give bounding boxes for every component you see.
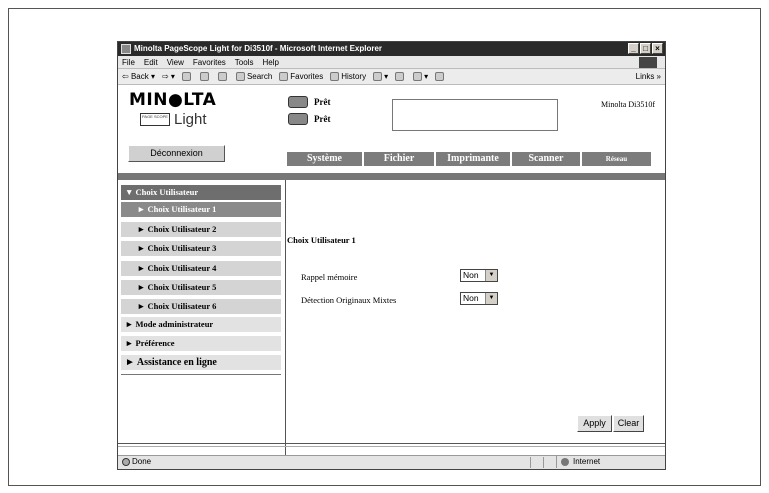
printer-status-2: Prêt: [288, 113, 330, 125]
sidebar: ▼ Choix Utilisateur ► Choix Utilisateur …: [118, 180, 286, 455]
favorites-button[interactable]: Favorites: [279, 72, 323, 81]
tab-fichier[interactable]: Fichier: [364, 152, 434, 166]
home-icon: [217, 72, 227, 81]
sidebar-item-choix-4[interactable]: ► Choix Utilisateur 4: [121, 261, 281, 276]
tab-imprimante[interactable]: Imprimante: [436, 152, 510, 166]
refresh-button[interactable]: [199, 72, 211, 81]
internet-globe-icon: [561, 458, 569, 466]
browser-window: Minolta PageScope Light for Di3510f - Mi…: [117, 41, 666, 470]
page-title: Choix Utilisateur 1: [287, 235, 356, 245]
sidebar-item-assistance[interactable]: ► Assistance en ligne: [121, 355, 281, 370]
device-model: Minolta Di3510f: [601, 100, 655, 109]
printer-icon: [288, 96, 308, 108]
scanner-icon: [288, 113, 308, 125]
sidebar-item-choix-6[interactable]: ► Choix Utilisateur 6: [121, 299, 281, 314]
minimize-button[interactable]: _: [628, 43, 639, 54]
label-rappel-memoire: Rappel mémoire: [301, 272, 358, 282]
home-button[interactable]: [217, 72, 229, 81]
sidebar-item-preference[interactable]: ► Préférence: [121, 336, 281, 351]
menu-favorites[interactable]: Favorites: [193, 58, 226, 67]
pagescope-mark: PAGE SCOPE: [140, 113, 170, 126]
maximize-button[interactable]: □: [640, 43, 651, 54]
main-tabs: Système Fichier Imprimante Scanner Résea…: [287, 152, 651, 166]
pagescope-light-text: Light: [174, 111, 207, 128]
sidebar-divider: [121, 374, 281, 375]
chevron-down-icon: ▼: [485, 270, 497, 281]
back-button[interactable]: ⇦ Back ▾: [122, 72, 155, 81]
mail-button[interactable]: ▾: [373, 72, 388, 81]
sidebar-section-choix-utilisateur[interactable]: ▼ Choix Utilisateur: [121, 185, 281, 200]
search-button[interactable]: Search: [235, 72, 272, 81]
status-divider: [530, 457, 531, 468]
sidebar-item-choix-5[interactable]: ► Choix Utilisateur 5: [121, 280, 281, 295]
print-icon: [395, 72, 405, 81]
pagescope-logo: PAGE SCOPE Light: [140, 111, 207, 128]
favorites-icon: [279, 72, 289, 81]
ie-icon: [121, 44, 131, 54]
history-icon: [330, 72, 340, 81]
discuss-icon: [435, 72, 445, 81]
forward-button[interactable]: ⇨ ▾: [162, 72, 175, 81]
select-detection-originaux[interactable]: Non ▼: [460, 292, 498, 305]
stop-button[interactable]: [181, 72, 193, 81]
logout-button[interactable]: Déconnexion: [128, 145, 225, 162]
menu-tools[interactable]: Tools: [235, 58, 254, 67]
window-title: Minolta PageScope Light for Di3510f - Mi…: [134, 44, 383, 53]
discuss-button[interactable]: [435, 72, 446, 81]
title-bar: Minolta PageScope Light for Di3510f - Mi…: [118, 42, 665, 56]
menu-file[interactable]: File: [122, 58, 135, 67]
header-divider: [118, 173, 665, 180]
clear-button[interactable]: Clear: [613, 415, 644, 432]
windows-logo-icon: [639, 57, 657, 68]
tab-systeme[interactable]: Système: [287, 152, 362, 166]
edit-button[interactable]: ▾: [413, 72, 428, 81]
sidebar-item-choix-2[interactable]: ► Choix Utilisateur 2: [121, 222, 281, 237]
label-detection-originaux: Détection Originaux Mixtes: [301, 295, 397, 305]
status-divider: [543, 457, 544, 468]
back-arrow-icon: ⇦: [122, 72, 129, 81]
status-text: Done: [132, 457, 152, 466]
print-button[interactable]: [395, 72, 406, 81]
sidebar-item-choix-1[interactable]: ► Choix Utilisateur 1: [121, 202, 281, 217]
tab-scanner[interactable]: Scanner: [512, 152, 580, 166]
sidebar-item-mode-administrateur[interactable]: ► Mode administrateur: [121, 317, 281, 332]
menu-view[interactable]: View: [167, 58, 184, 67]
security-zone: Internet: [556, 456, 651, 468]
printer-status-1: Prêt: [288, 96, 330, 108]
menu-help[interactable]: Help: [262, 58, 278, 67]
history-button[interactable]: History: [330, 72, 366, 81]
menu-bar: File Edit View Favorites Tools Help: [118, 56, 665, 69]
sidebar-item-choix-3[interactable]: ► Choix Utilisateur 3: [121, 241, 281, 256]
chevron-down-icon: ▼: [485, 293, 497, 304]
word-icon: [413, 72, 423, 81]
tab-reseau[interactable]: Réseau: [582, 152, 651, 166]
mail-icon: [373, 72, 383, 81]
search-icon: [235, 72, 245, 81]
toolbar: ⇦ Back ▾ ⇨ ▾ Search Favorites History ▾ …: [118, 69, 665, 85]
page-icon: [122, 458, 130, 466]
close-button[interactable]: ×: [652, 43, 663, 54]
menu-edit[interactable]: Edit: [144, 58, 158, 67]
apply-button[interactable]: Apply: [577, 415, 612, 432]
footer-divider: [118, 443, 665, 444]
status-bar: Done Internet: [118, 455, 665, 469]
refresh-icon: [199, 72, 209, 81]
links-button[interactable]: Links »: [636, 72, 661, 81]
forward-arrow-icon: ⇨: [161, 72, 169, 81]
select-rappel-memoire[interactable]: Non ▼: [460, 269, 498, 282]
minolta-logo: MIN●LTA: [129, 90, 217, 110]
stop-icon: [181, 72, 191, 81]
message-box: [392, 99, 558, 131]
footer-divider-light: [118, 446, 665, 447]
page-content: MIN●LTA PAGE SCOPE Light Prêt Prêt Minol…: [118, 85, 665, 455]
